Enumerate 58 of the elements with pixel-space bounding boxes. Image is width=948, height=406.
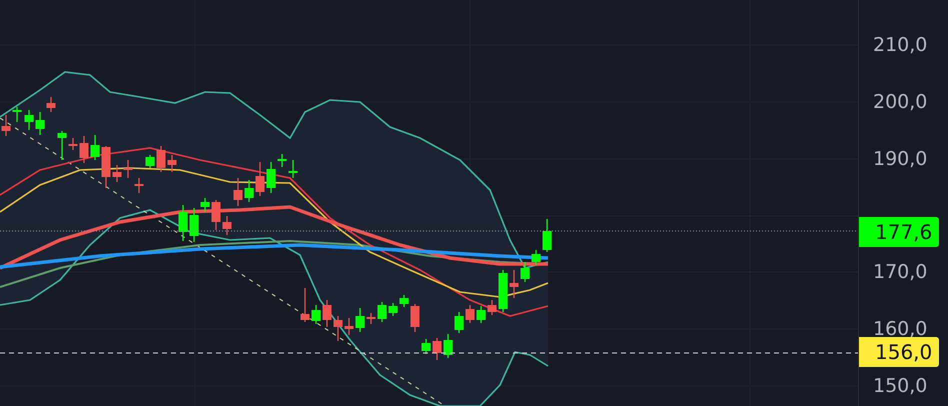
candle (498, 270, 508, 312)
candle (178, 205, 188, 241)
candle (454, 312, 464, 333)
candle (542, 219, 552, 252)
candle (168, 155, 176, 172)
price-axis-label: 190,0 (873, 148, 928, 170)
candle (312, 305, 320, 324)
candle (422, 339, 430, 354)
candle (24, 110, 34, 130)
candle (80, 136, 88, 163)
candle (46, 97, 56, 112)
candle (256, 162, 264, 196)
candle (288, 160, 298, 178)
candle (476, 306, 486, 323)
candle (410, 304, 420, 332)
candle (58, 131, 66, 160)
candle (388, 303, 398, 316)
price-axis-label: 200,0 (873, 91, 928, 113)
candle (532, 250, 540, 265)
candle (444, 334, 452, 358)
candle (510, 270, 518, 298)
candle (200, 198, 210, 212)
candle (520, 262, 530, 282)
candle (378, 302, 386, 322)
candle (190, 208, 198, 242)
candle (466, 305, 474, 323)
candle (356, 308, 364, 332)
price-badge: 156,0 (859, 337, 939, 367)
price-axis-label: 150,0 (873, 375, 928, 397)
candle (124, 160, 132, 178)
candle (234, 178, 242, 206)
price-axis-label: 170,0 (873, 261, 928, 283)
price-axis-label: 160,0 (873, 318, 928, 340)
candle (400, 295, 408, 307)
candle (322, 300, 332, 327)
candle (102, 146, 110, 188)
candle (134, 178, 144, 193)
candle (146, 155, 154, 168)
price-badge: 177,6 (859, 217, 939, 247)
candle (12, 107, 22, 122)
candle (90, 135, 100, 160)
candle (156, 146, 166, 172)
candle (432, 338, 442, 360)
candle (68, 138, 78, 150)
candle (300, 288, 310, 322)
candle (112, 165, 122, 182)
candle (344, 318, 354, 335)
candle (334, 316, 342, 341)
candle (366, 313, 376, 324)
price-axis-label: 210,0 (873, 34, 928, 56)
candle (222, 216, 232, 235)
candle (244, 180, 254, 202)
candle (266, 162, 276, 193)
candle (36, 112, 44, 135)
candle (488, 300, 496, 315)
candle (2, 115, 10, 136)
candle (278, 154, 286, 167)
candle (212, 200, 220, 230)
